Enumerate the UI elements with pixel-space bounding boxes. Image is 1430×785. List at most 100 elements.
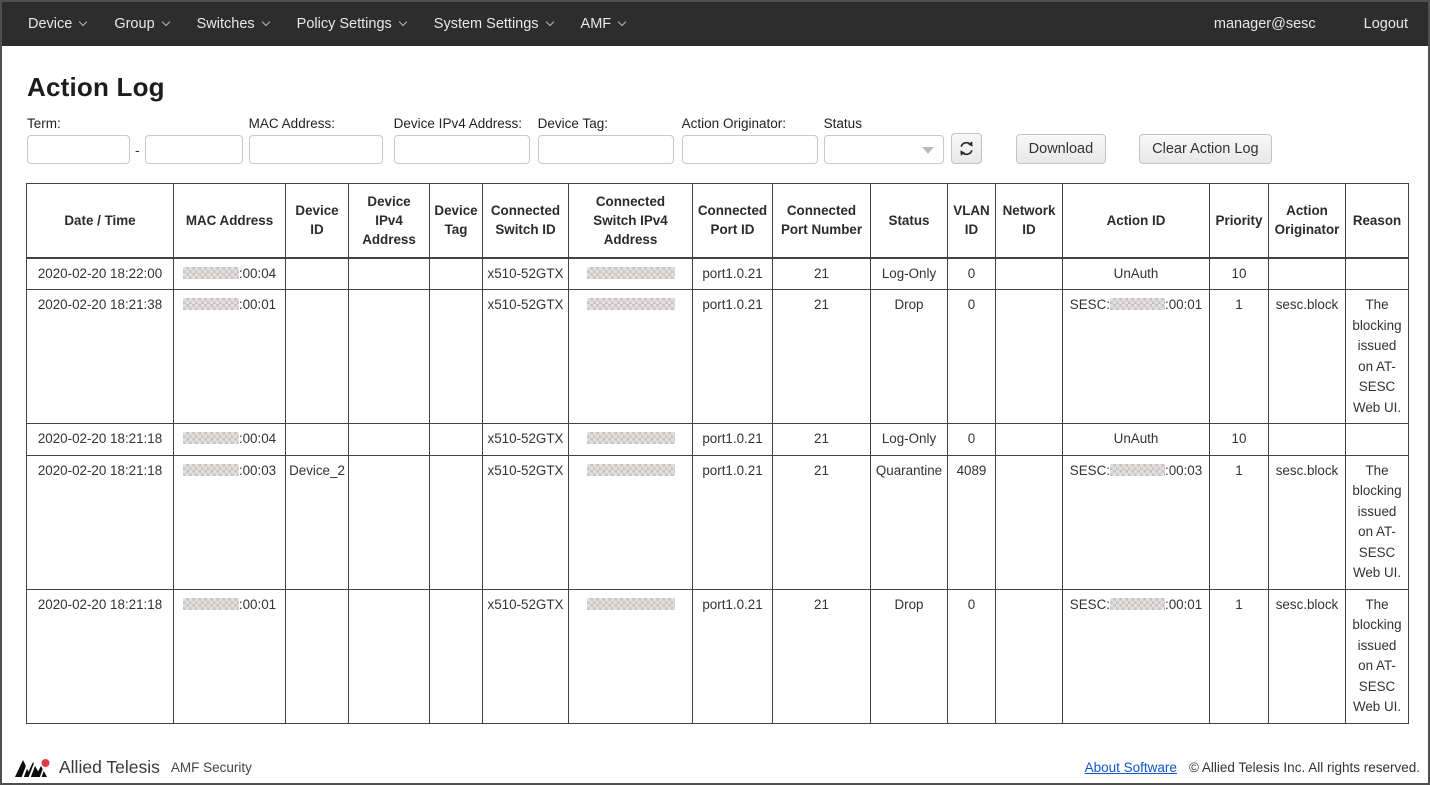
page: Device Group Switches Policy Settings Sy… bbox=[0, 0, 1430, 785]
redacted-value bbox=[587, 464, 675, 476]
cell-priority: 10 bbox=[1210, 258, 1269, 290]
col-header-switch-id: Connected Switch ID bbox=[483, 184, 569, 258]
nav-item-device[interactable]: Device bbox=[28, 16, 86, 32]
chevron-down-icon bbox=[399, 18, 407, 26]
refresh-button[interactable] bbox=[951, 133, 982, 164]
cell-network-id bbox=[996, 258, 1063, 290]
chevron-down-icon bbox=[618, 18, 626, 26]
cell-port-number: 21 bbox=[773, 258, 871, 290]
action-originator-input[interactable] bbox=[682, 135, 818, 164]
nav-menu: Device Group Switches Policy Settings Sy… bbox=[28, 16, 625, 32]
cell-device-ipv4 bbox=[349, 455, 430, 589]
cell-device-ipv4 bbox=[349, 290, 430, 424]
cell-mac-address: :00:01 bbox=[174, 589, 286, 723]
redacted-value bbox=[587, 267, 675, 279]
table-row: 2020-02-20 18:21:18:00:03Device_2x510-52… bbox=[27, 455, 1409, 589]
product-name: AMF Security bbox=[171, 760, 252, 775]
cell-reason: The blocking issued on AT-SESC Web UI. bbox=[1346, 589, 1409, 723]
cell-status: Log-Only bbox=[871, 424, 948, 456]
col-header-action-originator: Action Originator bbox=[1269, 184, 1346, 258]
footer-right: About Software © Allied Telesis Inc. All… bbox=[1085, 760, 1420, 775]
cell-reason bbox=[1346, 258, 1409, 290]
cell-status: Quarantine bbox=[871, 455, 948, 589]
nav-item-switches[interactable]: Switches bbox=[197, 16, 269, 32]
copyright-text: © Allied Telesis Inc. All rights reserve… bbox=[1189, 760, 1420, 775]
cell-device-id bbox=[286, 589, 349, 723]
col-header-network-id: Network ID bbox=[996, 184, 1063, 258]
nav-item-label: Group bbox=[114, 16, 154, 32]
chevron-down-icon bbox=[261, 18, 269, 26]
cell-datetime: 2020-02-20 18:21:18 bbox=[27, 589, 174, 723]
redacted-value bbox=[183, 464, 239, 476]
cell-port-id: port1.0.21 bbox=[693, 290, 773, 424]
term-filter: Term: - bbox=[27, 116, 243, 164]
nav-item-label: Policy Settings bbox=[297, 16, 392, 32]
cell-device-tag bbox=[430, 589, 483, 723]
mac-filter: MAC Address: bbox=[249, 116, 383, 164]
page-title: Action Log bbox=[27, 72, 1428, 103]
redacted-value bbox=[183, 598, 239, 610]
chevron-down-icon bbox=[161, 18, 169, 26]
status-select[interactable] bbox=[824, 135, 944, 164]
status-filter: Status bbox=[824, 116, 944, 164]
cell-reason: The blocking issued on AT-SESC Web UI. bbox=[1346, 290, 1409, 424]
cell-port-number: 21 bbox=[773, 455, 871, 589]
logout-link[interactable]: Logout bbox=[1364, 16, 1408, 32]
col-header-port-id: Connected Port ID bbox=[693, 184, 773, 258]
nav-item-policy-settings[interactable]: Policy Settings bbox=[297, 16, 406, 32]
col-header-action-id: Action ID bbox=[1063, 184, 1210, 258]
brand: Allied Telesis AMF Security bbox=[14, 757, 252, 778]
term-to-input[interactable] bbox=[145, 135, 243, 164]
redacted-value bbox=[183, 298, 239, 310]
cell-device-tag bbox=[430, 455, 483, 589]
cell-vlan-id: 0 bbox=[948, 424, 996, 456]
cell-switch-ipv4 bbox=[569, 258, 693, 290]
chevron-down-icon bbox=[79, 18, 87, 26]
cell-priority: 1 bbox=[1210, 455, 1269, 589]
device-tag-input[interactable] bbox=[538, 135, 674, 164]
nav-item-system-settings[interactable]: System Settings bbox=[434, 16, 553, 32]
cell-mac-address: :00:04 bbox=[174, 424, 286, 456]
ipv4-label: Device IPv4 Address: bbox=[394, 116, 530, 131]
cell-port-id: port1.0.21 bbox=[693, 424, 773, 456]
term-separator: - bbox=[135, 142, 140, 158]
cell-status: Log-Only bbox=[871, 258, 948, 290]
originator-filter: Action Originator: bbox=[682, 116, 818, 164]
cell-network-id bbox=[996, 589, 1063, 723]
cell-network-id bbox=[996, 290, 1063, 424]
chevron-down-icon bbox=[545, 18, 553, 26]
redacted-value bbox=[1110, 464, 1165, 476]
cell-status: Drop bbox=[871, 589, 948, 723]
device-ipv4-input[interactable] bbox=[394, 135, 530, 164]
cell-port-number: 21 bbox=[773, 290, 871, 424]
action-originator-label: Action Originator: bbox=[682, 116, 818, 131]
cell-reason bbox=[1346, 424, 1409, 456]
clear-action-log-button[interactable]: Clear Action Log bbox=[1139, 134, 1271, 164]
redacted-value bbox=[1110, 598, 1165, 610]
col-header-datetime: Date / Time bbox=[27, 184, 174, 258]
term-from-input[interactable] bbox=[27, 135, 130, 164]
mac-label: MAC Address: bbox=[249, 116, 383, 131]
cell-mac-address: :00:04 bbox=[174, 258, 286, 290]
about-software-link[interactable]: About Software bbox=[1085, 760, 1177, 775]
device-tag-label: Device Tag: bbox=[538, 116, 674, 131]
cell-device-tag bbox=[430, 290, 483, 424]
cell-port-number: 21 bbox=[773, 424, 871, 456]
download-button[interactable]: Download bbox=[1016, 134, 1107, 164]
mac-address-input[interactable] bbox=[249, 135, 383, 164]
cell-switch-ipv4 bbox=[569, 455, 693, 589]
cell-action-id: SESC::00:01 bbox=[1063, 589, 1210, 723]
nav-item-group[interactable]: Group bbox=[114, 16, 168, 32]
cell-action-originator: sesc.block bbox=[1269, 589, 1346, 723]
cell-switch-ipv4 bbox=[569, 589, 693, 723]
col-header-mac-address: MAC Address bbox=[174, 184, 286, 258]
redacted-value bbox=[587, 598, 675, 610]
cell-switch-id: x510-52GTX bbox=[483, 455, 569, 589]
nav-item-amf[interactable]: AMF bbox=[581, 16, 626, 32]
col-header-switch-ipv4: Connected Switch IPv4 Address bbox=[569, 184, 693, 258]
select-arrow-icon bbox=[922, 147, 934, 154]
logged-in-user: manager@sesc bbox=[1214, 16, 1316, 32]
redacted-value bbox=[587, 432, 675, 444]
status-label: Status bbox=[824, 116, 944, 131]
cell-network-id bbox=[996, 424, 1063, 456]
